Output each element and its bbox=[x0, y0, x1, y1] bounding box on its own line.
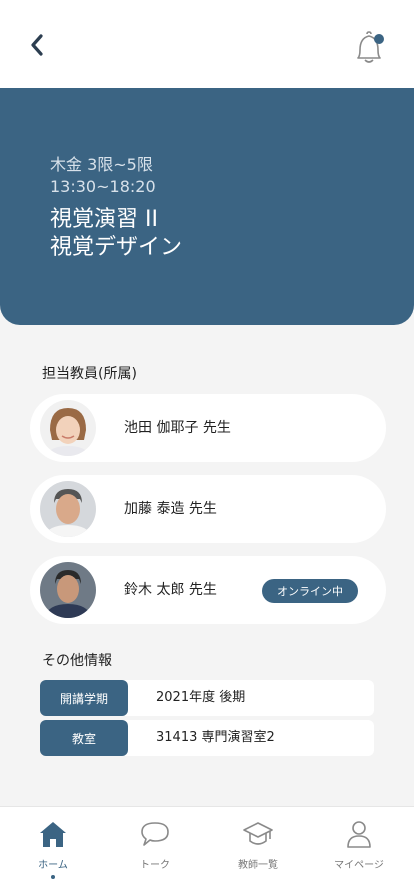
info-value: 2021年度 後期 bbox=[156, 690, 246, 705]
tab-label: ホーム bbox=[38, 860, 68, 871]
teacher-name: 加藤 泰造 先生 bbox=[124, 501, 217, 517]
course-title: 視覚演習 II bbox=[50, 207, 158, 232]
bottom-tab-bar: ホーム トーク 教師一覧 マイページ bbox=[0, 806, 414, 896]
tab-label: マイページ bbox=[334, 860, 384, 871]
course-time: 13:30~18:20 bbox=[50, 177, 156, 196]
tab-label: 教師一覧 bbox=[238, 860, 278, 871]
tab-home[interactable]: ホーム bbox=[3, 819, 103, 879]
avatar bbox=[40, 400, 96, 456]
top-bar bbox=[0, 0, 414, 88]
info-key: 教室 bbox=[40, 720, 128, 756]
tab-talk[interactable]: トーク bbox=[105, 819, 205, 879]
info-value: 31413 専門演習室2 bbox=[156, 730, 275, 745]
course-schedule: 木金 3限~5限 bbox=[50, 155, 153, 174]
chevron-left-icon bbox=[31, 34, 43, 56]
tab-mypage[interactable]: マイページ bbox=[309, 819, 409, 879]
info-row-classroom: 教室 31413 専門演習室2 bbox=[40, 720, 374, 756]
other-info-section-label: その他情報 bbox=[42, 653, 112, 669]
course-header: 木金 3限~5限 13:30~18:20 視覚演習 II 視覚デザイン bbox=[0, 88, 414, 325]
teacher-card[interactable]: 加藤 泰造 先生 bbox=[30, 475, 386, 543]
avatar bbox=[40, 481, 96, 537]
teacher-card[interactable]: 池田 伽耶子 先生 bbox=[30, 394, 386, 462]
chat-bubble-icon bbox=[141, 822, 169, 846]
back-button[interactable] bbox=[22, 30, 52, 60]
online-status-badge: オンライン中 bbox=[262, 579, 358, 603]
active-tab-indicator bbox=[51, 875, 55, 879]
teacher-name: 池田 伽耶子 先生 bbox=[124, 420, 231, 436]
tab-teachers[interactable]: 教師一覧 bbox=[208, 819, 308, 879]
user-icon bbox=[347, 821, 371, 848]
notification-badge bbox=[374, 34, 384, 44]
teacher-card[interactable]: 鈴木 太郎 先生 オンライン中 bbox=[30, 556, 386, 624]
tab-label: トーク bbox=[140, 860, 170, 871]
graduation-cap-icon bbox=[243, 822, 273, 845]
home-icon bbox=[40, 822, 66, 847]
course-subtitle: 視覚デザイン bbox=[50, 235, 183, 260]
notification-button[interactable] bbox=[350, 30, 390, 68]
bell-icon bbox=[357, 31, 381, 63]
teacher-name: 鈴木 太郎 先生 bbox=[124, 582, 217, 598]
info-key: 開講学期 bbox=[40, 680, 128, 716]
avatar bbox=[40, 562, 96, 618]
info-row-semester: 開講学期 2021年度 後期 bbox=[40, 680, 374, 716]
teachers-section-label: 担当教員(所属) bbox=[42, 366, 137, 382]
